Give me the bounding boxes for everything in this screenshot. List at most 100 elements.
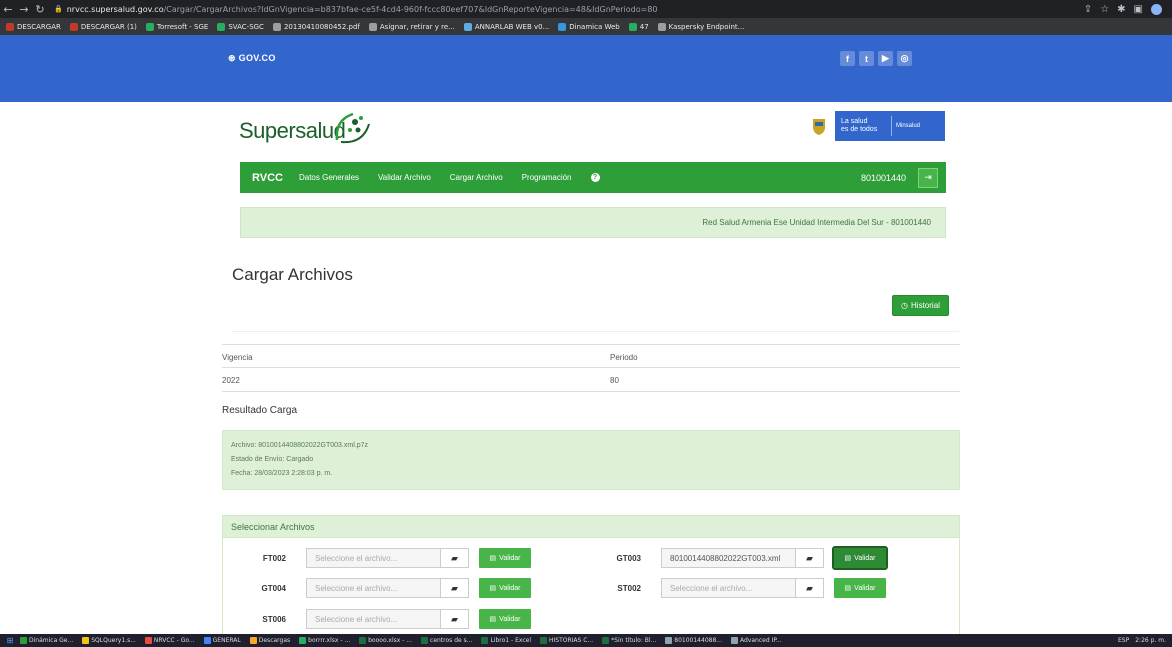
forward-icon[interactable]: →	[16, 3, 32, 16]
nav-validar-archivo[interactable]: Validar Archivo	[378, 173, 431, 182]
folder-icon[interactable]: ▰	[796, 548, 824, 568]
language-indicator[interactable]: ESP	[1118, 637, 1129, 644]
instagram-icon[interactable]: ◎	[897, 51, 912, 66]
file-input-ft002[interactable]: Seleccione el archivo...	[306, 548, 441, 568]
folder-icon[interactable]: ▰	[441, 548, 469, 568]
result-file: Archivo: 8010014408802022GT003.xml.p7z	[231, 442, 368, 449]
gov-logo[interactable]: ⊛ GOV.CO	[228, 53, 276, 64]
result-panel: Archivo: 8010014408802022GT003.xml.p7z E…	[222, 430, 960, 490]
bookmark-item[interactable]: ANNARLAB WEB v0...	[463, 22, 549, 31]
entity-name: Red Salud Armenia Ese Unidad Intermedia …	[702, 218, 931, 227]
bookmark-item[interactable]: Dinamica Web	[558, 22, 620, 31]
file-row-gt004: GT004 Seleccione el archivo... ▰ ▤ Valida…	[246, 578, 531, 598]
nav-datos-generales[interactable]: Datos Generales	[299, 173, 359, 182]
app-icon	[203, 637, 211, 644]
file-row-ft002: FT002 Seleccione el archivo... ▰ ▤ Valida…	[246, 548, 531, 568]
save-icon: ▤	[489, 616, 497, 623]
bookmark-item[interactable]: Asignar, retirar y re...	[368, 22, 455, 31]
taskbar-item[interactable]: 80100144088...	[665, 637, 722, 644]
taskbar-item[interactable]: Advanced IP...	[731, 637, 782, 644]
bookmark-favicon-icon	[272, 22, 281, 31]
lock-icon: 🔒	[54, 5, 63, 13]
file-input-st006[interactable]: Seleccione el archivo...	[306, 609, 441, 629]
taskbar-item[interactable]: GENERAL	[203, 637, 241, 644]
share-icon[interactable]: ⇪	[1084, 4, 1092, 15]
folder-icon[interactable]: ▰	[441, 578, 469, 598]
taskbar-item[interactable]: NRVCC - Go...	[144, 637, 195, 644]
app-icon	[299, 637, 307, 644]
file-code: FT002	[262, 553, 286, 563]
bookmark-item[interactable]: SVAC-SGC	[217, 22, 264, 31]
nav-cargar-archivo[interactable]: Cargar Archivo	[450, 173, 503, 182]
validate-button-gt004[interactable]: ▤ Validar	[479, 578, 531, 598]
nav-programacion[interactable]: Programación	[522, 173, 572, 182]
facebook-icon[interactable]: f	[840, 51, 855, 66]
taskbar-item[interactable]: centros de s...	[421, 637, 472, 644]
table-row: 2022 80	[222, 368, 960, 392]
bookmark-item[interactable]: Torresoft - SGE	[145, 22, 208, 31]
window-icon[interactable]: ▣	[1134, 4, 1143, 15]
taskbar-item[interactable]: Libro1 - Excel	[481, 637, 531, 644]
file-input-st002[interactable]: Seleccione el archivo...	[661, 578, 796, 598]
taskbar-item[interactable]: borrrr.xlsx - ...	[299, 637, 350, 644]
file-code: ST006	[262, 614, 286, 624]
bookmark-favicon-icon	[463, 22, 472, 31]
app-icon	[144, 637, 152, 644]
clock[interactable]: 2:26 p. m.	[1135, 637, 1166, 644]
validate-button-gt003[interactable]: ▤ Validar	[832, 546, 888, 570]
extensions-icon[interactable]: ✱	[1117, 4, 1125, 15]
file-row-st006: ST006 Seleccione el archivo... ▰ ▤ Valida…	[246, 609, 531, 629]
bookmark-item[interactable]: DESCARGAR (1)	[69, 22, 137, 31]
windows-start-icon[interactable]: ⊞	[0, 636, 20, 645]
bookmarks-bar: DESCARGAR DESCARGAR (1) Torresoft - SGE SVA…	[0, 18, 1172, 35]
bookmark-item[interactable]: 47	[628, 22, 649, 31]
validate-button-st006[interactable]: ▤ Validar	[479, 609, 531, 629]
folder-icon[interactable]: ▰	[796, 578, 824, 598]
logout-icon[interactable]: ⇥	[918, 167, 938, 188]
screen: ← → ↻ 🔒 nrvcc.supersalud.gov.co /Cargar/…	[0, 0, 1172, 647]
file-code: ST002	[617, 583, 641, 593]
page-title: Cargar Archivos	[232, 265, 353, 284]
browser-actions: ⇪ ☆ ✱ ▣	[1084, 3, 1172, 15]
validate-button-ft002[interactable]: ▤ Validar	[479, 548, 531, 568]
social-links: f t ▶ ◎	[840, 51, 912, 66]
vigencia-value: 2022	[222, 376, 240, 385]
brand-name[interactable]: Supersalud	[239, 118, 346, 144]
header-periodo: Periodo	[610, 353, 638, 362]
bookmark-item[interactable]: 20130410080452.pdf	[272, 22, 360, 31]
taskbar-item[interactable]: SQLQuery1.s...	[82, 637, 136, 644]
validate-button-st002[interactable]: ▤ Validar	[834, 578, 886, 598]
star-icon[interactable]: ☆	[1100, 4, 1109, 15]
minsalud-logo: La salud es de todos Minsalud	[811, 111, 945, 141]
bookmark-favicon-icon	[368, 22, 377, 31]
taskbar-item[interactable]: *Sin título: Bl...	[602, 637, 656, 644]
slogan-line-2: es de todos	[841, 126, 878, 133]
history-button[interactable]: ◷ Historial	[892, 295, 949, 316]
app-icon	[421, 637, 429, 644]
bookmark-favicon-icon	[6, 22, 14, 31]
taskbar-item[interactable]: Dinámica Ge...	[20, 637, 73, 644]
file-input-gt003[interactable]: 8010014408802022GT003.xml	[661, 548, 796, 568]
youtube-icon[interactable]: ▶	[878, 51, 893, 66]
bookmark-item[interactable]: Kaspersky Endpoint...	[657, 22, 744, 31]
file-row-st002: ST002 Seleccione el archivo... ▰ ▤ Valida…	[601, 578, 886, 598]
periodo-value: 80	[610, 376, 619, 385]
file-input-gt004[interactable]: Seleccione el archivo...	[306, 578, 441, 598]
bookmark-item[interactable]: DESCARGAR	[6, 22, 61, 31]
profile-avatar[interactable]	[1151, 3, 1162, 15]
app-name[interactable]: RVCC	[252, 172, 283, 184]
reload-icon[interactable]: ↻	[32, 3, 48, 16]
bookmark-favicon-icon	[657, 22, 666, 31]
taskbar-item[interactable]: Descargas	[249, 637, 290, 644]
twitter-icon[interactable]: t	[859, 51, 874, 66]
url-host: nrvcc.supersalud.gov.co	[66, 4, 164, 14]
system-tray: ESP 2:26 p. m.	[1118, 637, 1172, 644]
back-icon[interactable]: ←	[0, 3, 16, 16]
address-bar[interactable]: 🔒 nrvcc.supersalud.gov.co /Cargar/Cargar…	[54, 2, 658, 16]
taskbar-item[interactable]: HISTORIAS C...	[539, 637, 593, 644]
gov-header: ⊛ GOV.CO f t ▶ ◎	[0, 35, 1172, 102]
slogan-line-1: La salud	[841, 118, 868, 125]
help-icon[interactable]: ?	[590, 173, 600, 182]
taskbar-item[interactable]: boooo.xlsx - ...	[359, 637, 412, 644]
folder-icon[interactable]: ▰	[441, 609, 469, 629]
